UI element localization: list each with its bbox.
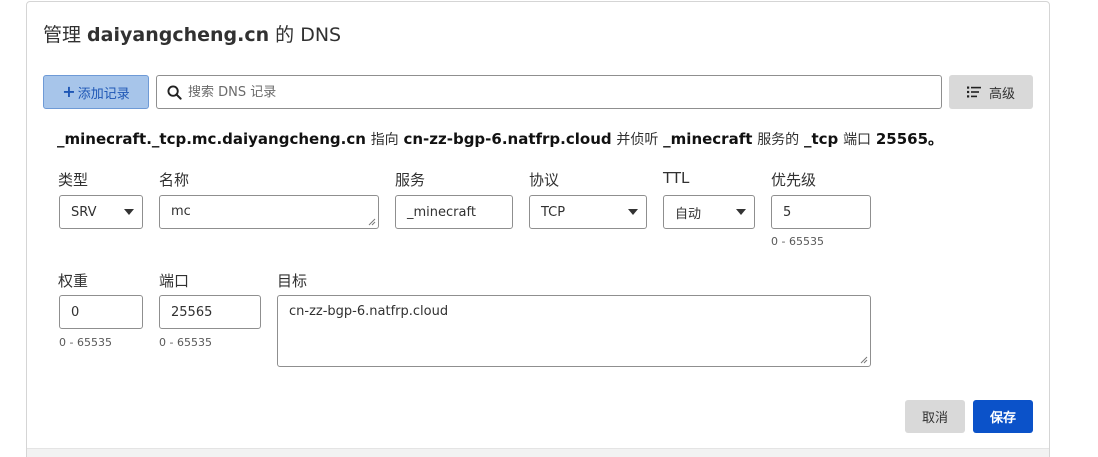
save-button[interactable]: 保存 — [973, 400, 1033, 433]
priority-hint: 0 - 65535 — [771, 235, 824, 248]
type-label: 类型 — [58, 171, 89, 189]
page-title: 管理 daiyangcheng.cn 的 DNS — [43, 24, 342, 46]
plus-icon: + — [62, 82, 76, 101]
weight-hint: 0 - 65535 — [59, 336, 112, 349]
record-summary: _minecraft._tcp.mc.daiyangcheng.cn 指向 cn… — [57, 130, 944, 148]
add-record-label: 添加记录 — [77, 86, 130, 102]
advanced-label: 高级 — [988, 86, 1015, 102]
cancel-button[interactable]: 取消 — [905, 400, 965, 433]
port-input[interactable]: 25565 — [159, 295, 261, 329]
service-input[interactable]: _minecraft — [395, 195, 513, 229]
weight-value: 0 — [71, 304, 80, 320]
domain-name: daiyangcheng.cn — [87, 24, 270, 46]
advanced-button[interactable]: 高级 — [949, 75, 1033, 109]
ttl-value: 自动 — [675, 206, 702, 222]
dns-record-card: 管理 daiyangcheng.cn 的 DNS + 添加记录 高级 _mine… — [26, 1, 1050, 457]
weight-input[interactable]: 0 — [59, 295, 143, 329]
search-icon — [167, 84, 182, 100]
summary-record-name: _minecraft._tcp.mc.daiyangcheng.cn — [57, 130, 366, 148]
search-box[interactable] — [156, 75, 942, 109]
port-value: 25565 — [171, 304, 213, 320]
type-value: SRV — [71, 204, 97, 220]
search-input[interactable] — [188, 84, 941, 100]
name-input[interactable]: mc — [159, 195, 379, 229]
protocol-value: TCP — [541, 204, 566, 220]
type-select[interactable]: SRV — [59, 195, 143, 229]
port-hint: 0 - 65535 — [159, 336, 212, 349]
ttl-label: TTL — [663, 169, 690, 187]
name-value: mc — [171, 204, 191, 219]
chevron-down-icon — [736, 209, 746, 215]
resize-handle-icon[interactable] — [368, 218, 376, 226]
summary-port: 25565 — [875, 130, 929, 148]
protocol-label: 协议 — [529, 171, 560, 189]
add-record-button[interactable]: + 添加记录 — [43, 75, 149, 109]
priority-value: 5 — [783, 204, 792, 220]
target-label: 目标 — [277, 272, 308, 290]
service-value: _minecraft — [407, 204, 476, 220]
chevron-down-icon — [628, 209, 638, 215]
summary-target: cn-zz-bgp-6.natfrp.cloud — [403, 130, 612, 148]
name-label: 名称 — [159, 171, 190, 189]
card-footer-strip — [27, 448, 1049, 457]
weight-label: 权重 — [58, 272, 89, 290]
summary-protocol: _tcp — [803, 130, 839, 148]
service-label: 服务 — [395, 171, 426, 189]
summary-service: _minecraft — [663, 130, 753, 148]
target-value: cn-zz-bgp-6.natfrp.cloud — [289, 304, 449, 319]
ttl-select[interactable]: 自动 — [663, 195, 755, 229]
target-input[interactable]: cn-zz-bgp-6.natfrp.cloud — [277, 295, 871, 367]
resize-handle-icon[interactable] — [860, 356, 868, 364]
priority-input[interactable]: 5 — [771, 195, 871, 229]
priority-label: 优先级 — [771, 171, 817, 189]
port-label: 端口 — [159, 272, 190, 290]
list-icon — [966, 86, 981, 98]
protocol-select[interactable]: TCP — [529, 195, 647, 229]
chevron-down-icon — [124, 209, 134, 215]
